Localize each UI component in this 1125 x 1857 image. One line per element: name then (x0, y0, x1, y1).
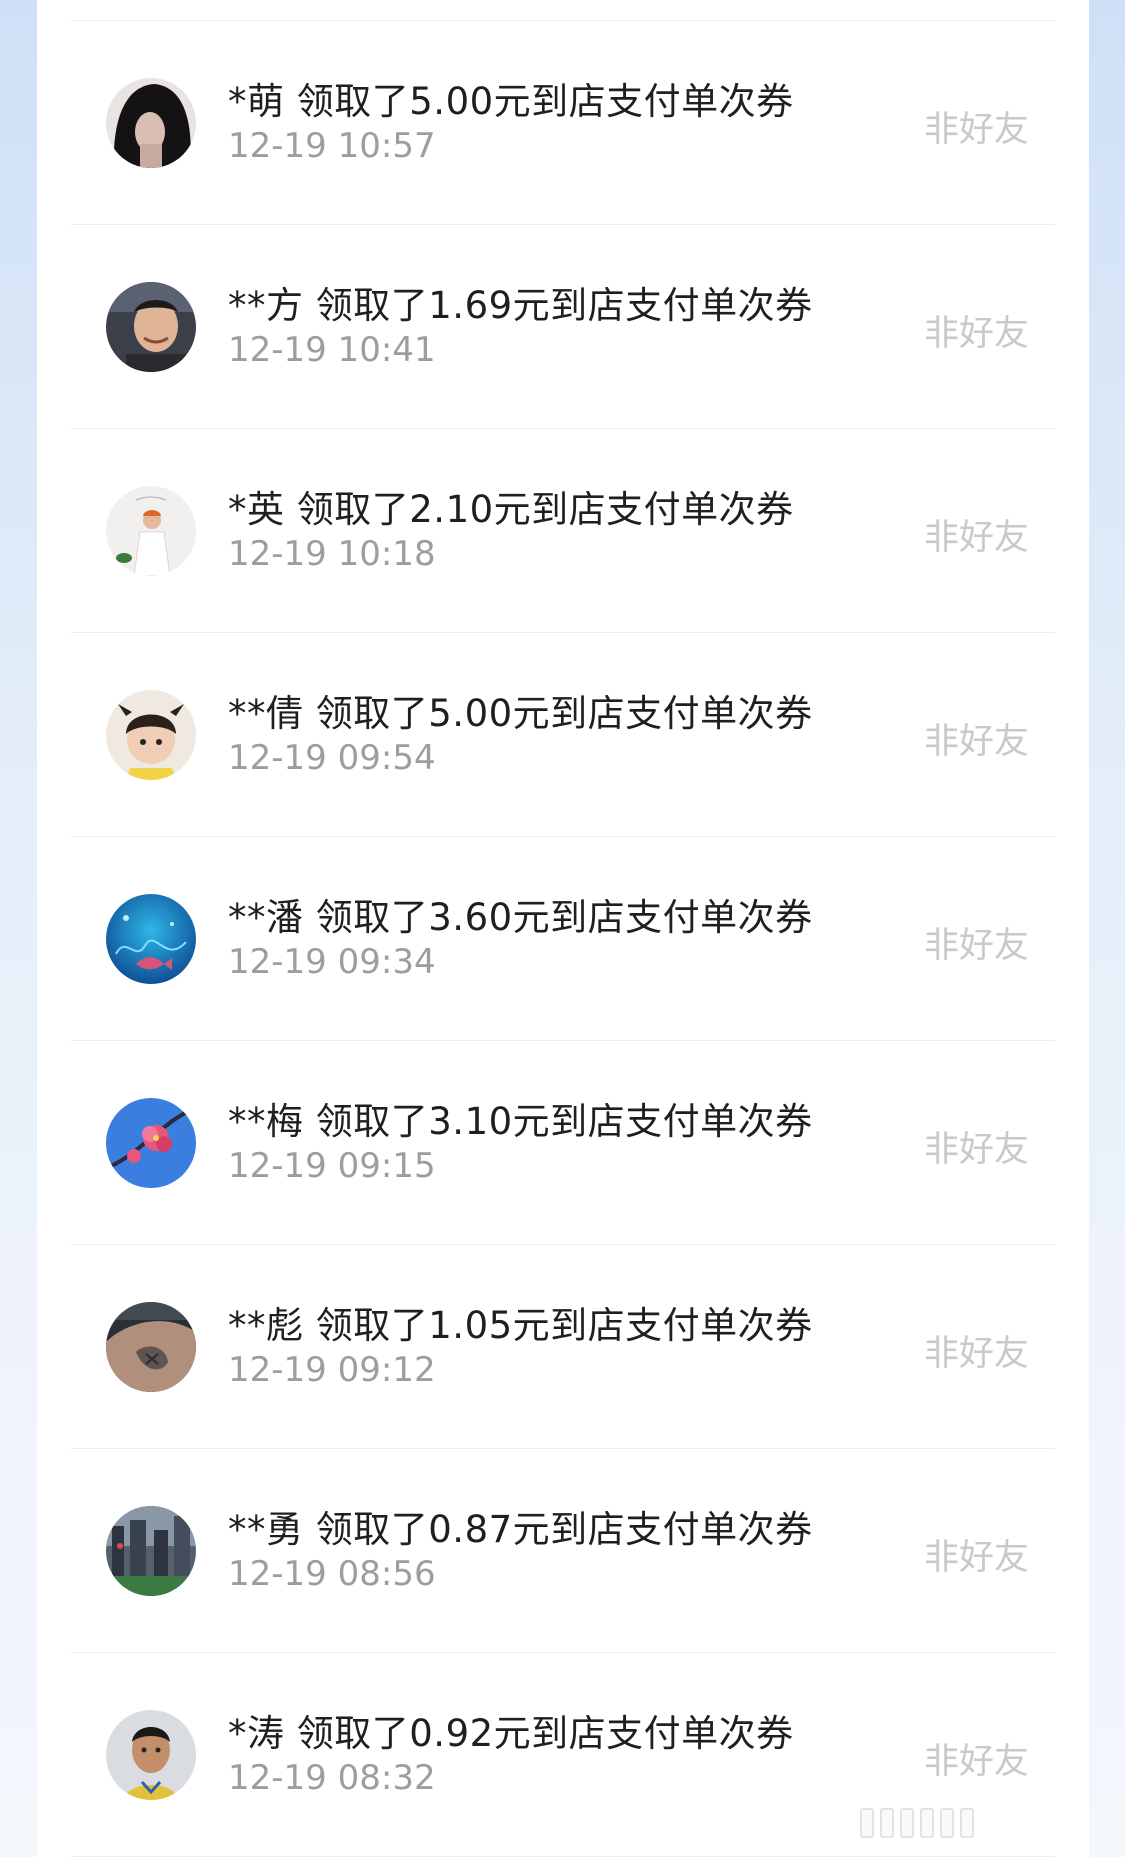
friend-status-label: 非好友 (923, 722, 1029, 762)
record-text: 领取了5.00元到店支付单次券 (315, 692, 813, 735)
friend-status-label: 非好友 (923, 1742, 1029, 1782)
avatar[interactable] (106, 78, 196, 168)
list-item[interactable]: *萌 领取了5.00元到店支付单次券 12-19 10:57 非好友 (71, 21, 1055, 225)
avatar[interactable] (106, 1098, 196, 1188)
avatar[interactable] (106, 1302, 196, 1392)
user-name: **倩 (228, 692, 304, 735)
friend-status-label: 非好友 (923, 110, 1029, 150)
record-title: *英 领取了2.10元到店支付单次券 (228, 479, 794, 533)
avatar[interactable] (106, 1710, 196, 1800)
record-title: **潘 领取了3.60元到店支付单次券 (228, 887, 813, 941)
record-title: **梅 领取了3.10元到店支付单次券 (228, 1091, 813, 1145)
user-name: **潘 (228, 896, 304, 939)
avatar[interactable] (106, 282, 196, 372)
coupon-record-list: *萌 领取了5.00元到店支付单次券 12-19 10:57 非好友 **方 领… (37, 21, 1089, 1857)
record-title: *涛 领取了0.92元到店支付单次券 (228, 1703, 794, 1757)
record-time: 12-19 08:32 (228, 1758, 436, 1798)
record-title: *萌 领取了5.00元到店支付单次券 (228, 71, 794, 125)
record-text: 领取了0.87元到店支付单次券 (315, 1508, 813, 1551)
record-time: 12-19 09:12 (228, 1350, 436, 1390)
avatar[interactable] (106, 894, 196, 984)
record-title: **方 领取了1.69元到店支付单次券 (228, 275, 813, 329)
record-time: 12-19 10:41 (228, 330, 436, 370)
record-text: 领取了1.69元到店支付单次券 (315, 284, 813, 327)
record-time: 12-19 10:57 (228, 126, 436, 166)
record-title: **勇 领取了0.87元到店支付单次券 (228, 1499, 813, 1553)
list-item[interactable]: **方 领取了1.69元到店支付单次券 12-19 10:41 非好友 (71, 225, 1055, 429)
list-item[interactable]: **潘 领取了3.60元到店支付单次券 12-19 09:34 非好友 (71, 837, 1055, 1041)
list-item[interactable]: **彪 领取了1.05元到店支付单次券 12-19 09:12 非好友 (71, 1245, 1055, 1449)
avatar[interactable] (106, 1506, 196, 1596)
record-text: 领取了3.10元到店支付单次券 (315, 1100, 813, 1143)
record-text: 领取了2.10元到店支付单次券 (296, 488, 794, 531)
friend-status-label: 非好友 (923, 1130, 1029, 1170)
record-text: 领取了5.00元到店支付单次券 (296, 80, 794, 123)
list-item[interactable]: *英 领取了2.10元到店支付单次券 12-19 10:18 非好友 (71, 429, 1055, 633)
list-item[interactable]: **倩 领取了5.00元到店支付单次券 12-19 09:54 非好友 (71, 633, 1055, 837)
user-name: *英 (228, 488, 285, 531)
record-title: **倩 领取了5.00元到店支付单次券 (228, 683, 813, 737)
user-name: *涛 (228, 1712, 285, 1755)
record-time: 12-19 09:15 (228, 1146, 436, 1186)
watermark-icon (860, 1808, 974, 1846)
record-time: 12-19 09:34 (228, 942, 436, 982)
record-time: 12-19 10:18 (228, 534, 436, 574)
user-name: *萌 (228, 80, 285, 123)
record-text: 领取了3.60元到店支付单次券 (315, 896, 813, 939)
user-name: **梅 (228, 1100, 304, 1143)
avatar[interactable] (106, 690, 196, 780)
friend-status-label: 非好友 (923, 518, 1029, 558)
record-title: **彪 领取了1.05元到店支付单次券 (228, 1295, 813, 1349)
list-item[interactable]: **梅 领取了3.10元到店支付单次券 12-19 09:15 非好友 (71, 1041, 1055, 1245)
record-time: 12-19 09:54 (228, 738, 436, 778)
list-item[interactable]: **勇 领取了0.87元到店支付单次券 12-19 08:56 非好友 (71, 1449, 1055, 1653)
user-name: **勇 (228, 1508, 304, 1551)
user-name: **彪 (228, 1304, 304, 1347)
record-text: 领取了0.92元到店支付单次券 (296, 1712, 794, 1755)
avatar[interactable] (106, 486, 196, 576)
friend-status-label: 非好友 (923, 1538, 1029, 1578)
record-time: 12-19 08:56 (228, 1554, 436, 1594)
friend-status-label: 非好友 (923, 926, 1029, 966)
user-name: **方 (228, 284, 304, 327)
friend-status-label: 非好友 (923, 1334, 1029, 1374)
record-text: 领取了1.05元到店支付单次券 (315, 1304, 813, 1347)
friend-status-label: 非好友 (923, 314, 1029, 354)
coupon-record-panel: *萌 领取了5.00元到店支付单次券 12-19 10:57 非好友 **方 领… (37, 0, 1089, 1857)
